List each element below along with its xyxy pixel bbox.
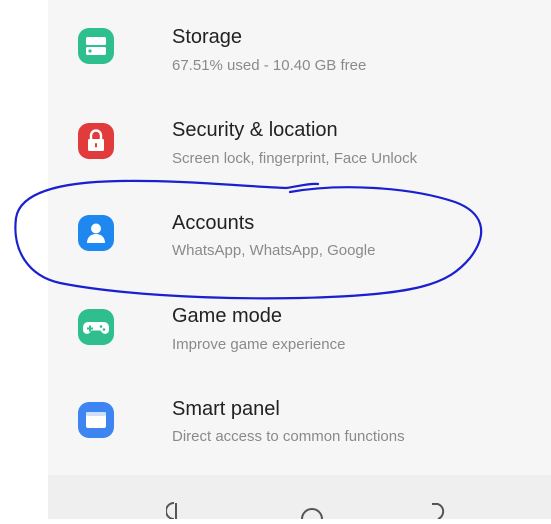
settings-item-title: Smart panel [172, 398, 280, 420]
settings-item-smart-panel[interactable]: Smart panel Direct access to common func… [48, 370, 551, 462]
settings-item-title: Game mode [172, 305, 283, 327]
settings-item-title: Storage [172, 26, 243, 48]
settings-item-security[interactable]: Security & location Screen lock, fingerp… [48, 92, 551, 184]
gamepad-icon [78, 309, 114, 345]
settings-item-title: Security & location [172, 119, 338, 141]
lock-icon [78, 123, 114, 159]
account-icon [78, 215, 114, 251]
settings-item-game-mode[interactable]: Game mode Improve game experience [48, 277, 551, 369]
recent-apps-icon[interactable] [165, 499, 190, 524]
settings-item-subtitle: WhatsApp, WhatsApp, Google [172, 242, 376, 259]
settings-item-storage[interactable]: Storage 67.51% used - 10.40 GB free [48, 0, 551, 92]
navigation-bar [48, 475, 551, 520]
settings-item-subtitle: Improve game experience [172, 336, 346, 353]
home-icon[interactable] [299, 499, 325, 524]
settings-screen: Storage 67.51% used - 10.40 GB free Secu… [48, 0, 551, 520]
settings-item-subtitle: Direct access to common functions [172, 428, 405, 445]
settings-item-accounts[interactable]: Accounts WhatsApp, WhatsApp, Google [48, 185, 551, 277]
back-icon[interactable] [428, 499, 454, 524]
settings-item-subtitle: Screen lock, fingerprint, Face Unlock [172, 150, 418, 167]
storage-icon [78, 28, 114, 64]
settings-item-subtitle: 67.51% used - 10.40 GB free [172, 57, 367, 74]
settings-item-title: Accounts [172, 212, 255, 234]
panel-icon [78, 402, 114, 438]
